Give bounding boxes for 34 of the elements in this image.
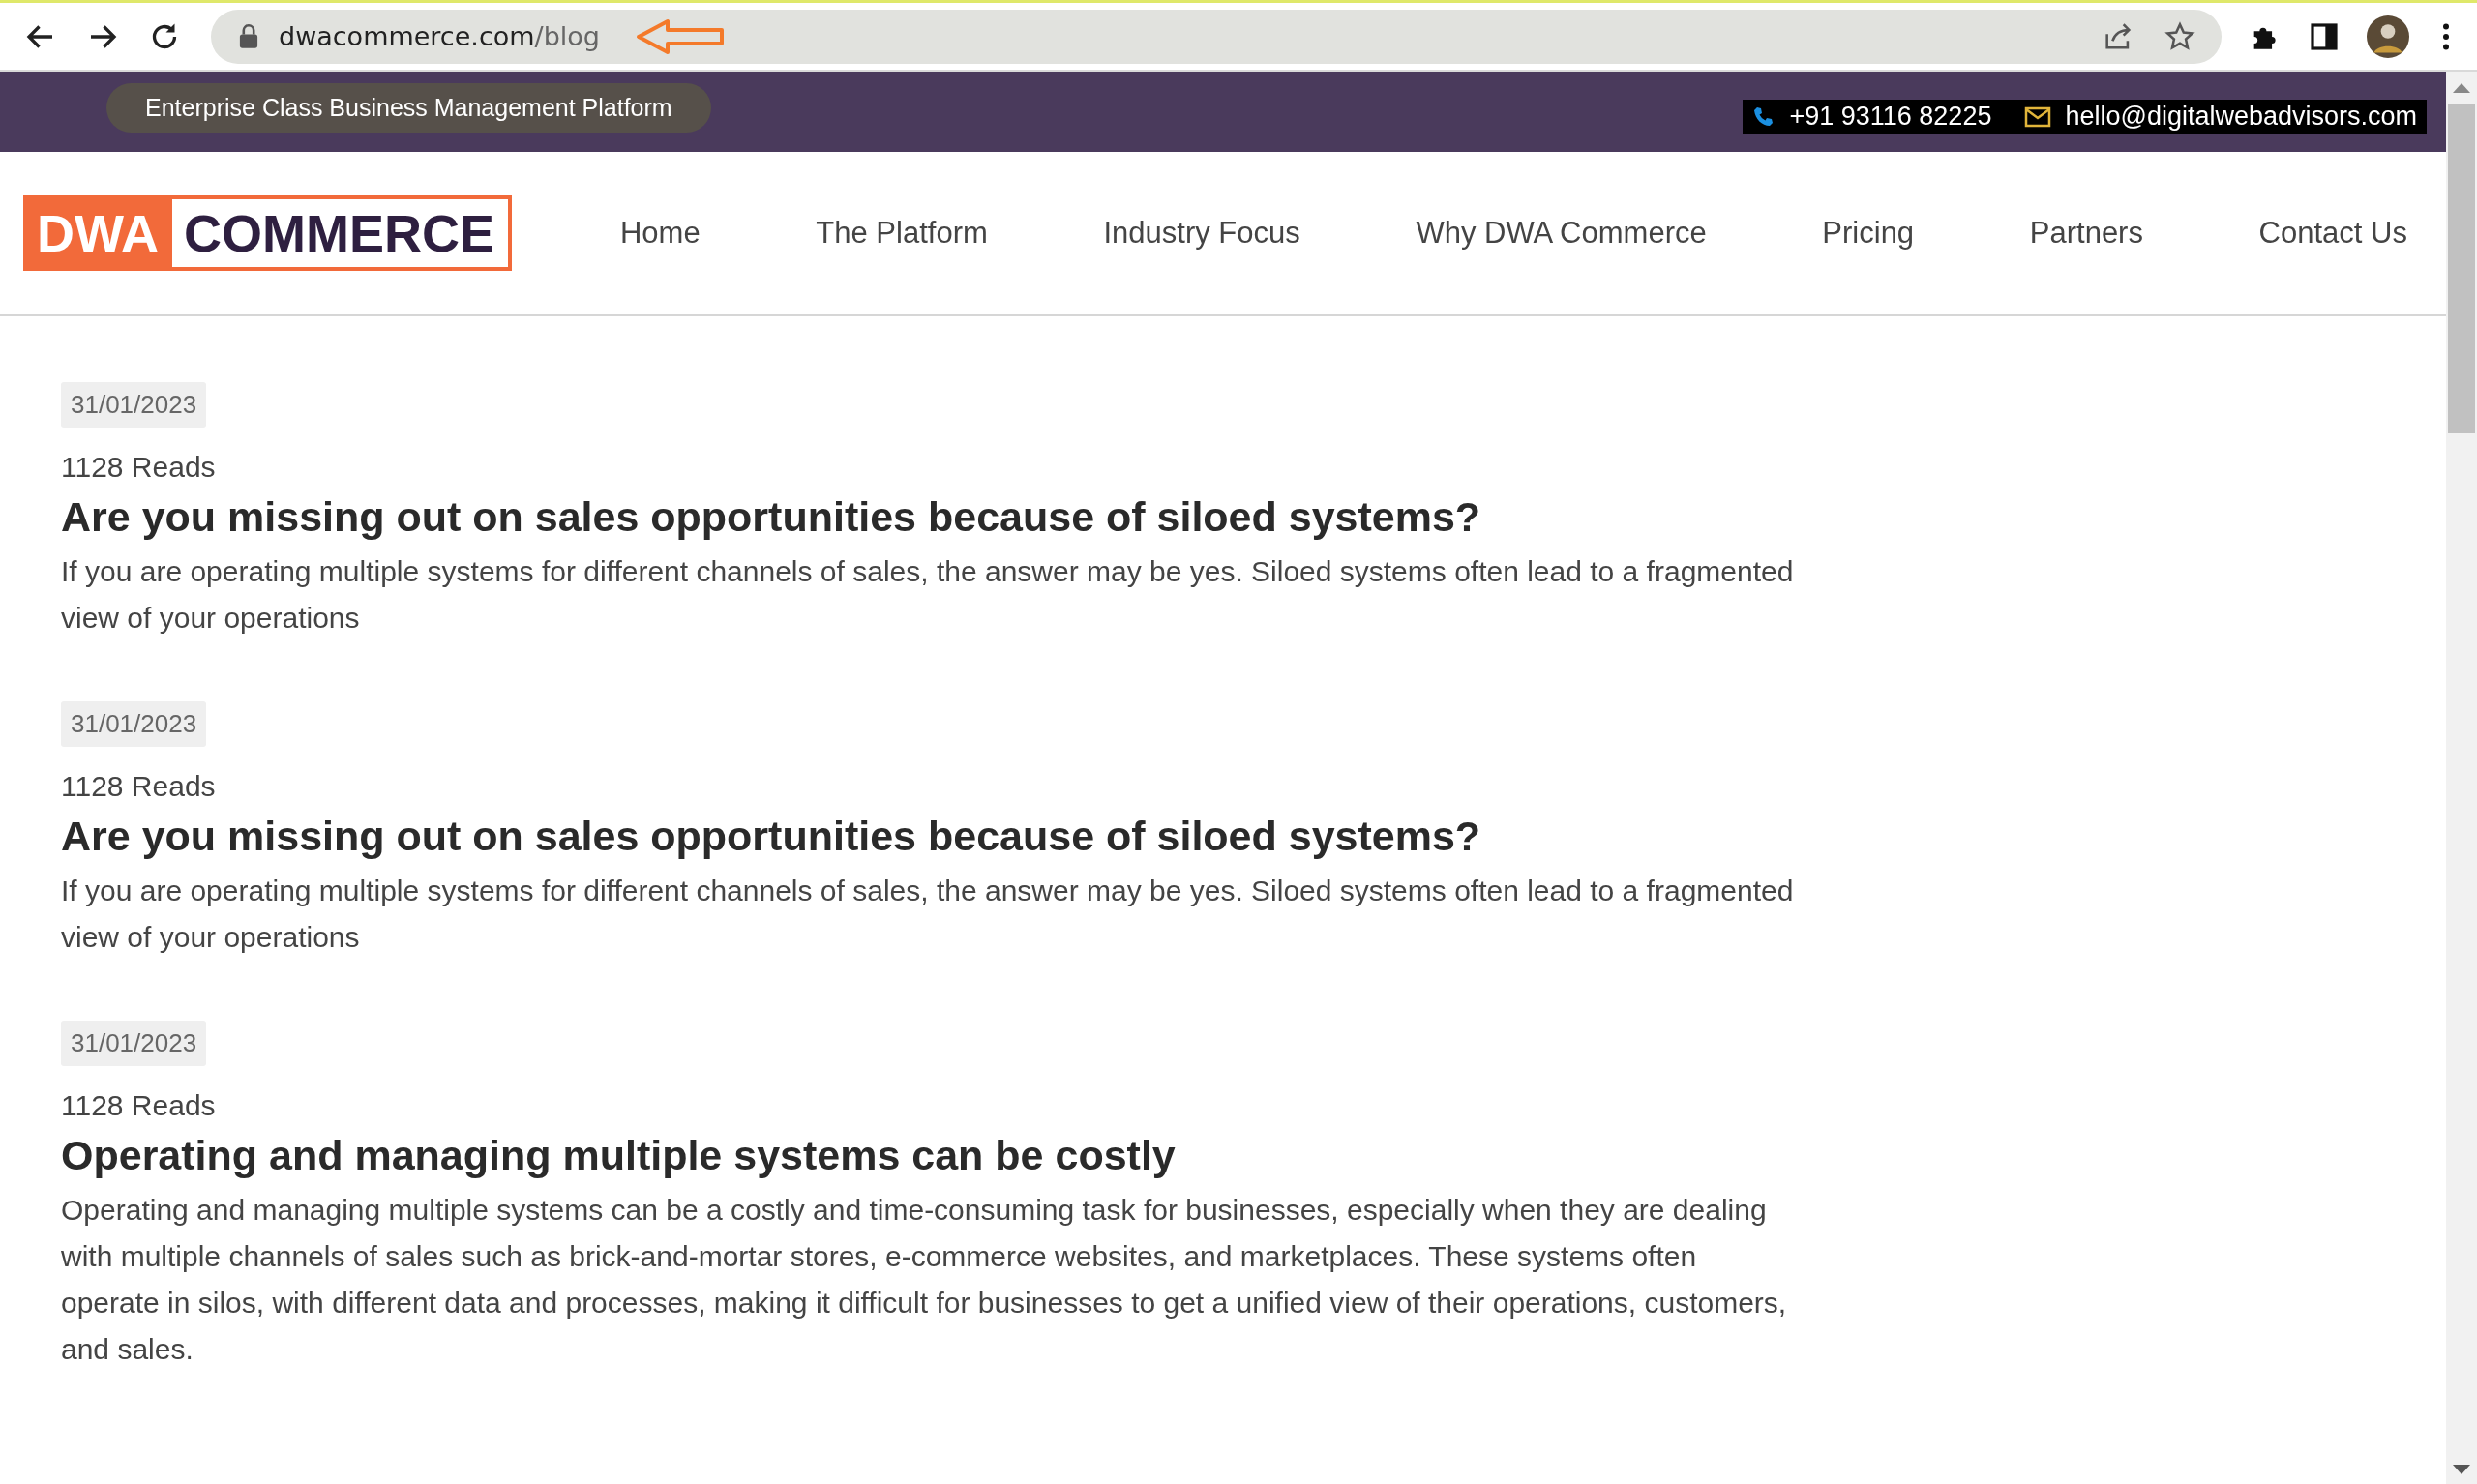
post-title[interactable]: Are you missing out on sales opportunities because of siloed systems? — [61, 493, 1481, 541]
nav-link[interactable]: The Platform — [816, 216, 988, 251]
read-count: 1128 Reads — [61, 1089, 216, 1122]
logo[interactable]: DWA COMMERCE — [23, 195, 512, 271]
scrollbar-thumb[interactable] — [2448, 104, 2475, 433]
post-excerpt: If you are operating multiple systems for different channels of sales, the answer may be yes. Siloed systems often lead to a fragmented view of your operations — [61, 874, 1795, 955]
post-title[interactable]: Are you missing out on sales opportunities because of siloed systems? — [61, 813, 1481, 860]
post-excerpt: If you are operating multiple systems for different channels of sales, the answer may be yes. Siloed systems often lead to a fragmented view of your operations — [61, 554, 1795, 636]
address-bar[interactable]: dwacommerce.com/blog — [211, 9, 2222, 64]
post-excerpt: Operating and managing multiple systems can be a costly and time-consuming task for businesses, especially when they are dealing with multiple channels of sales such as brick-and-mortar stores, e-commerce websites, and marketplaces. These systems often operate in silos, with different data and processes, making it difficult for businesses to get a unified view of their operations, customers, and sales. — [61, 1193, 1788, 1367]
nav-link[interactable]: Pricing — [1822, 216, 1915, 251]
nav-link[interactable]: Contact Us — [2258, 216, 2407, 251]
nav-link[interactable]: Partners — [2029, 216, 2143, 251]
read-count: 1128 Reads — [61, 770, 216, 803]
tagline: Enterprise Class Business Management Platform — [106, 83, 711, 133]
mail-icon — [2024, 105, 2052, 128]
url-text: dwacommerce.com/blog — [279, 21, 600, 51]
avatar-icon[interactable] — [2367, 15, 2409, 58]
post-title[interactable]: Operating and managing multiple systems can be costly — [61, 1132, 1176, 1179]
scroll-up-icon[interactable] — [2453, 83, 2470, 93]
side-panel-icon[interactable] — [2309, 20, 2340, 52]
nav-link[interactable]: Industry Focus — [1103, 216, 1300, 251]
lock-icon — [238, 23, 259, 49]
date-tag: 31/01/2023 — [61, 1021, 207, 1066]
date-tag: 31/01/2023 — [61, 382, 207, 428]
star-icon[interactable] — [2164, 19, 2196, 53]
phone-number[interactable]: +91 93116 82225 — [1789, 102, 1992, 132]
date-tag: 31/01/2023 — [61, 701, 207, 747]
scrollbar[interactable] — [2446, 72, 2477, 1484]
email-address[interactable]: hello@digitalwebadvisors.com — [2065, 102, 2417, 132]
read-count: 1128 Reads — [61, 451, 216, 484]
nav-link[interactable]: Home — [620, 216, 701, 251]
scroll-down-icon[interactable] — [2453, 1465, 2470, 1474]
nav-link[interactable]: Why DWA Commerce — [1416, 216, 1707, 251]
